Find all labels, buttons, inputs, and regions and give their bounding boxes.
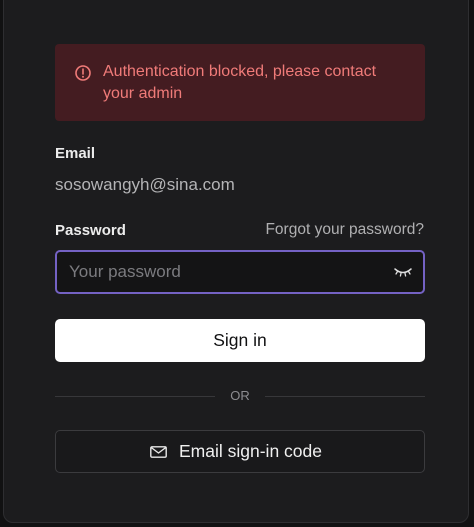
mail-icon bbox=[150, 446, 167, 458]
password-input[interactable] bbox=[55, 250, 425, 294]
divider-or: OR bbox=[230, 388, 250, 403]
divider-right bbox=[265, 396, 425, 397]
sign-in-button[interactable]: Sign in bbox=[55, 319, 425, 362]
email-label: Email bbox=[55, 145, 96, 162]
email-value: sosowangyh@sina.com bbox=[55, 175, 235, 194]
error-message: Authentication blocked, please contact y… bbox=[103, 63, 377, 102]
password-label: Password bbox=[55, 222, 126, 239]
eye-closed-icon[interactable] bbox=[394, 267, 412, 277]
error-alert: Authentication blocked, please contact y… bbox=[55, 44, 425, 121]
email-sign-in-code-label: Email sign-in code bbox=[179, 441, 322, 461]
divider-left bbox=[55, 396, 215, 397]
alert-circle-icon bbox=[75, 65, 91, 81]
forgot-password-link[interactable]: Forgot your password? bbox=[265, 221, 424, 239]
